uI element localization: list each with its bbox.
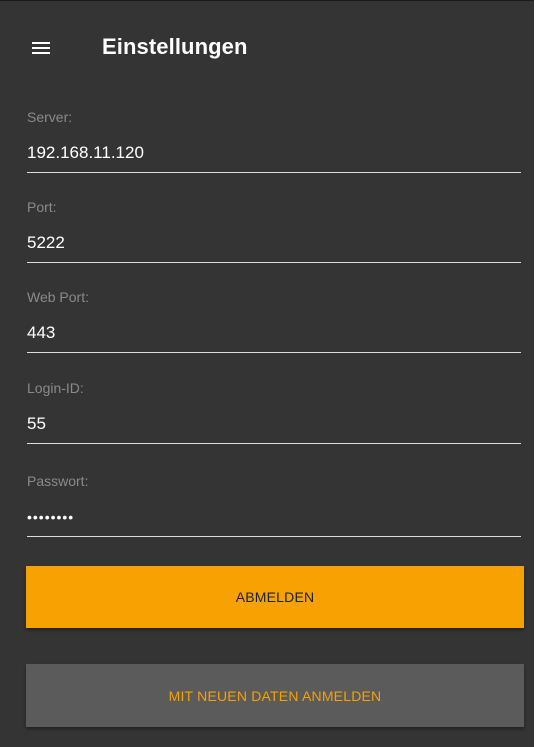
password-label: Passwort: xyxy=(27,473,89,489)
menu-icon[interactable] xyxy=(24,31,58,65)
logout-button[interactable]: ABMELDEN xyxy=(26,566,524,628)
page-title: Einstellungen xyxy=(102,34,248,59)
password-input[interactable] xyxy=(27,497,521,537)
server-label: Server: xyxy=(27,109,73,125)
menu-icon-bar xyxy=(32,42,50,44)
login-id-input[interactable] xyxy=(27,404,521,444)
login-id-label: Login-ID: xyxy=(27,380,84,396)
toolbar: Einstellungen xyxy=(0,1,534,93)
web-port-label: Web Port: xyxy=(27,289,89,305)
settings-screen: Einstellungen Server: Port: Web Port: Lo… xyxy=(0,0,534,747)
port-label: Port: xyxy=(27,199,57,215)
menu-icon-bar xyxy=(32,47,50,49)
menu-icon-bar xyxy=(32,52,50,54)
login-with-new-data-button[interactable]: MIT NEUEN DATEN ANMELDEN xyxy=(26,664,524,727)
port-input[interactable] xyxy=(27,223,521,263)
web-port-input[interactable] xyxy=(27,313,521,353)
server-input[interactable] xyxy=(27,133,521,173)
